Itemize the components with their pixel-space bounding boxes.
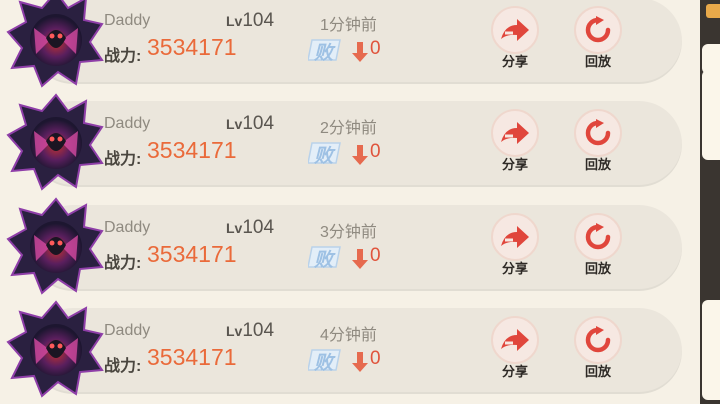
replay-button[interactable]: 回放 (571, 109, 625, 173)
power-value: 3534171 (147, 137, 237, 163)
replay-label: 回放 (584, 261, 611, 276)
player-level: Lv104 (226, 113, 275, 134)
share-button[interactable]: 分享 (488, 6, 542, 70)
power-value: 3534171 (147, 344, 237, 370)
share-arrow-icon (501, 226, 529, 248)
power-value: 3534171 (147, 34, 237, 60)
battle-result: 败 (314, 250, 334, 271)
battle-time: 3分钟前 (320, 224, 377, 241)
side-badge (706, 4, 720, 18)
replay-icon (585, 326, 611, 353)
share-label: 分享 (501, 54, 528, 69)
battle-result: 败 (314, 146, 334, 167)
dark-dragon-avatar[interactable] (6, 0, 106, 88)
battle-result: 败 (314, 43, 334, 64)
power-value: 3534171 (147, 241, 237, 267)
replay-label: 回放 (584, 364, 611, 379)
replay-button[interactable]: 回放 (571, 6, 625, 70)
battle-time: 4分钟前 (320, 327, 377, 344)
share-arrow-icon (501, 19, 529, 41)
replay-icon (585, 223, 611, 250)
share-button[interactable]: 分享 (488, 316, 542, 380)
dark-dragon-avatar[interactable] (6, 195, 106, 295)
battle-record-row: Daddy Lv104 战力: 3534171 1分钟前 败 0 分享 回放 (6, 0, 682, 88)
battle-record-row: Daddy Lv104 战力: 3534171 2分钟前 败 0 分享 回放 (6, 93, 682, 191)
player-level: Lv104 (226, 217, 275, 238)
share-arrow-icon (501, 122, 529, 144)
share-label: 分享 (501, 157, 528, 172)
replay-label: 回放 (584, 54, 611, 69)
arrow-down-icon (352, 249, 368, 269)
share-button[interactable]: 分享 (488, 213, 542, 277)
battle-result: 败 (314, 353, 334, 374)
rank-delta: 0 (370, 141, 381, 162)
share-arrow-icon (501, 329, 529, 351)
share-label: 分享 (501, 261, 528, 276)
side-card (702, 70, 720, 160)
replay-icon (585, 16, 611, 43)
replay-button[interactable]: 回放 (571, 316, 625, 380)
player-name: Daddy (104, 219, 151, 236)
replay-button[interactable]: 回放 (571, 213, 625, 277)
player-name: Daddy (104, 115, 151, 132)
replay-label: 回放 (584, 157, 611, 172)
power-label: 战力: (104, 358, 142, 375)
arrow-down-icon (352, 352, 368, 372)
player-level: Lv104 (226, 10, 275, 31)
player-level: Lv104 (226, 320, 275, 341)
power-label: 战力: (104, 255, 142, 272)
battle-time: 2分钟前 (320, 120, 377, 137)
power-label: 战力: (104, 48, 142, 65)
arrow-down-icon (352, 145, 368, 165)
share-label: 分享 (501, 364, 528, 379)
rank-delta: 0 (370, 348, 381, 369)
rank-delta: 0 (370, 245, 381, 266)
player-name: Daddy (104, 12, 151, 29)
arrow-down-icon (352, 42, 368, 62)
dark-dragon-avatar[interactable] (6, 91, 106, 191)
battle-time: 1分钟前 (320, 17, 377, 34)
battle-record-row: Daddy Lv104 战力: 3534171 3分钟前 败 0 分享 回放 (6, 197, 682, 295)
power-label: 战力: (104, 151, 142, 168)
share-button[interactable]: 分享 (488, 109, 542, 173)
battle-record-row: Daddy Lv104 战力: 3534171 4分钟前 败 0 分享 回放 (6, 300, 682, 398)
side-card (702, 300, 720, 400)
player-name: Daddy (104, 322, 151, 339)
dark-dragon-avatar[interactable] (6, 298, 106, 398)
rank-delta: 0 (370, 38, 381, 59)
replay-icon (585, 119, 611, 146)
